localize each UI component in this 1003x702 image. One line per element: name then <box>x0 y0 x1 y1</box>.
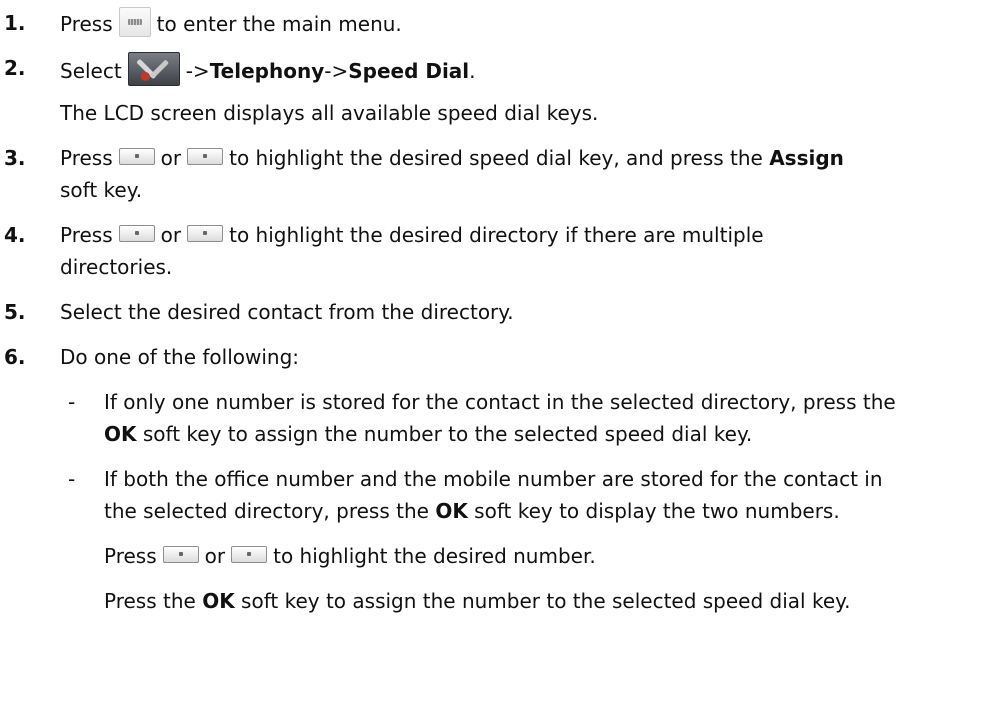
step-number: 2. <box>4 56 26 80</box>
step-text: directories. <box>60 255 173 279</box>
step-text: Do one of the following: <box>60 345 300 369</box>
menu-path-telephony: Telephony <box>209 59 325 83</box>
navigation-down-key-icon <box>231 546 268 563</box>
navigation-down-key-icon <box>187 225 224 242</box>
step-word: to highlight the desired number. <box>273 544 596 568</box>
step-number: 5. <box>4 300 26 324</box>
step-text: Select ->Telephony->Speed Dial. <box>60 52 1000 87</box>
bullet-words: soft key to display the two numbers. <box>474 499 840 523</box>
bullet-words: the selected directory, press the <box>104 499 429 523</box>
bullet-text: If only one number is stored for the con… <box>104 390 896 414</box>
step-text: Press or to highlight the desired director… <box>60 219 1000 251</box>
arrow: -> <box>324 59 349 83</box>
arrow: -> <box>185 59 210 83</box>
highlight-number-line: Press or to highlight the desired number. <box>104 540 1002 572</box>
bullet-dash: - <box>68 467 76 491</box>
step-number: 3. <box>4 146 26 170</box>
document: 1. Press to enter the main menu. 2. Selec… <box>0 0 1003 702</box>
assign-number-line: Press the OK soft key to assign the numb… <box>104 585 1002 617</box>
bullet-text: If both the office number and the mobile… <box>104 467 883 491</box>
ok-soft-key: OK <box>202 589 235 613</box>
step-word: to enter the main menu. <box>156 12 402 36</box>
step-text: Press to enter the main menu. <box>60 7 1000 40</box>
step-word: Select <box>60 59 122 83</box>
step-text: Press or to highlight the desired speed di… <box>60 142 1000 174</box>
navigation-up-key-icon <box>118 148 155 165</box>
step-word: Press <box>60 223 113 247</box>
or-word: or <box>160 223 182 247</box>
step-number: 4. <box>4 223 26 247</box>
settings-tools-icon <box>127 52 180 86</box>
step-word: to highlight the desired directory if th… <box>229 223 764 247</box>
step-word: Press <box>60 12 113 36</box>
or-word: or <box>204 544 226 568</box>
step-word: to highlight the desired speed dial key,… <box>229 146 763 170</box>
description-text: The LCD screen displays all available sp… <box>60 101 599 125</box>
assign-soft-key: Assign <box>769 146 844 170</box>
menu-key-icon <box>118 7 151 37</box>
bullet-text: the selected directory, press the OK sof… <box>104 495 1002 527</box>
menu-path-speed-dial: Speed Dial <box>348 59 470 83</box>
step-text: Select the desired contact from the dire… <box>60 300 514 324</box>
step-word: Press <box>60 146 113 170</box>
or-word: or <box>160 146 182 170</box>
ok-soft-key: OK <box>435 499 468 523</box>
period: . <box>469 59 476 83</box>
step-number: 1. <box>4 11 26 35</box>
navigation-down-key-icon <box>187 148 224 165</box>
ok-soft-key: OK <box>104 422 137 446</box>
bullet-dash: - <box>68 390 76 414</box>
step-word: Press <box>104 544 157 568</box>
bullet-text: OK soft key to assign the number to the … <box>104 418 1002 450</box>
step-word: soft key to assign the number to the sel… <box>241 589 851 613</box>
step-number: 6. <box>4 345 26 369</box>
navigation-up-key-icon <box>118 225 155 242</box>
bullet-words: soft key to assign the number to the sel… <box>142 422 753 446</box>
step-word: Press the <box>104 589 196 613</box>
step-text: soft key. <box>60 178 143 202</box>
navigation-up-key-icon <box>162 546 199 563</box>
